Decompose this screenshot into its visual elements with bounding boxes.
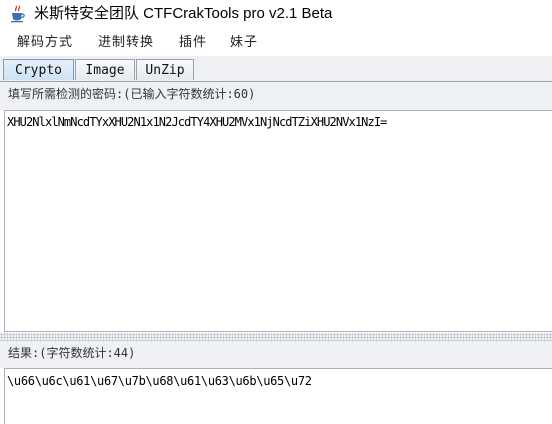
input-label: 填写所需检测的密码:(已输入字符数统计:60) xyxy=(8,87,256,101)
window-titlebar[interactable]: 米斯特安全团队 CTFCrakTools pro v2.1 Beta xyxy=(0,0,552,30)
password-input-area[interactable]: XHU2NlxlNmNcdTYxXHU2N1x1N2JcdTY4XHU2MVx1… xyxy=(4,110,552,332)
password-input-text: XHU2NlxlNmNcdTYxXHU2N1x1N2JcdTY4XHU2MVx1… xyxy=(7,115,387,129)
menu-base-conversion[interactable]: 进制转换 xyxy=(98,34,154,52)
menu-plugins[interactable]: 插件 xyxy=(179,34,207,52)
menu-girl[interactable]: 妹子 xyxy=(230,34,258,52)
tab-unzip[interactable]: UnZip xyxy=(136,59,194,80)
tab-strip: Crypto Image UnZip xyxy=(0,56,552,82)
split-pane-divider[interactable] xyxy=(0,333,552,341)
result-label: 结果:(字符数统计:44) xyxy=(8,346,136,360)
tab-crypto[interactable]: Crypto xyxy=(3,59,74,80)
menu-decode-method[interactable]: 解码方式 xyxy=(17,34,73,52)
result-output-text: \u66\u6c\u61\u67\u7b\u68\u61\u63\u6b\u65… xyxy=(7,374,312,388)
window-title: 米斯特安全团队 CTFCrakTools pro v2.1 Beta xyxy=(34,5,333,22)
result-output-area[interactable]: \u66\u6c\u61\u67\u7b\u68\u61\u63\u6b\u65… xyxy=(4,368,552,424)
java-cup-icon xyxy=(11,5,25,23)
menubar: 解码方式 进制转换 插件 妹子 xyxy=(0,30,552,56)
tab-image[interactable]: Image xyxy=(75,59,135,80)
